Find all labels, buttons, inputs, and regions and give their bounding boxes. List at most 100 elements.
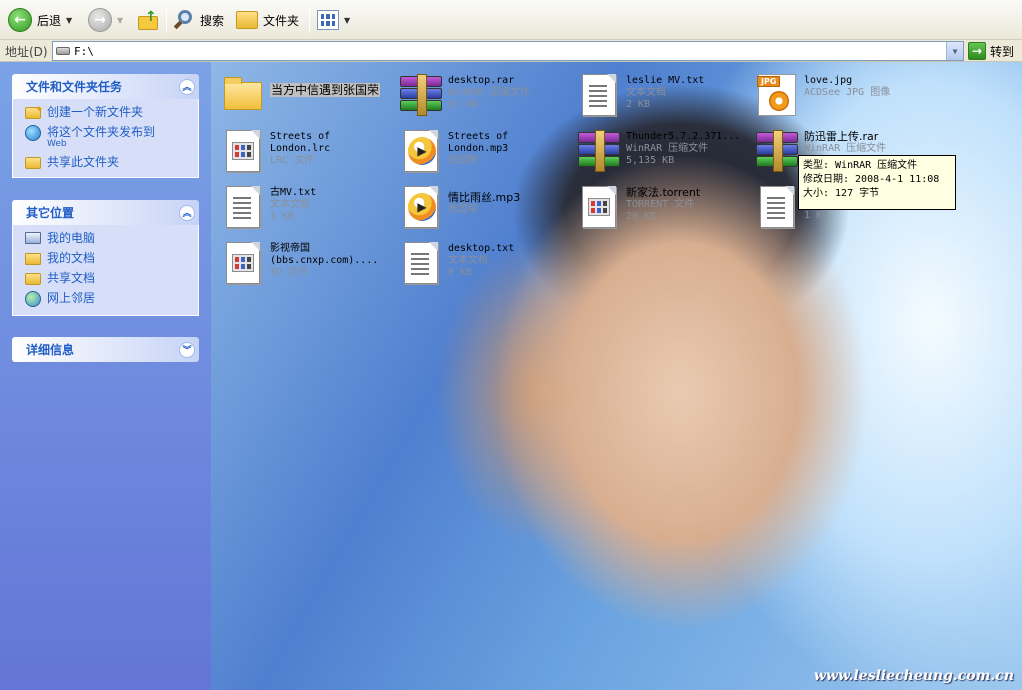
toolbar: ← 后退 ▼ → ▼ ↑ 搜索 文件夹 ▼	[0, 0, 1022, 40]
shared-documents-icon	[25, 273, 41, 285]
file-tasks-header[interactable]: 文件和文件夹任务 ︽	[12, 74, 199, 99]
media-file-icon: ▶	[404, 130, 438, 172]
collapse-chevron-icon[interactable]: ︽	[179, 78, 195, 95]
search-button[interactable]: 搜索	[173, 6, 224, 34]
file-item[interactable]: 古MV.txt 文本文档 1 KB	[214, 180, 392, 232]
task-pane: 文件和文件夹任务 ︽ 创建一个新文件夹 将这个文件夹发布到 Web 共享此文件夹	[0, 62, 211, 690]
address-path: F:\	[74, 44, 94, 58]
search-icon	[173, 9, 195, 31]
folders-button[interactable]: 文件夹	[236, 6, 299, 34]
file-name: leslie MV.txt	[626, 75, 705, 86]
folders-label: 文件夹	[263, 13, 300, 28]
generic-file-icon	[226, 242, 260, 284]
file-tasks-panel: 文件和文件夹任务 ︽ 创建一个新文件夹 将这个文件夹发布到 Web 共享此文件夹	[12, 74, 199, 178]
file-name: 防迅雷上传.rar	[804, 130, 879, 143]
other-places-header[interactable]: 其它位置 ︽	[12, 200, 199, 225]
file-type: LRC 文件	[270, 155, 315, 166]
file-name: Thunder5.7.2.371...	[626, 131, 741, 142]
tooltip-modified: 修改日期: 2008-4-1 11:08	[803, 174, 940, 185]
file-item[interactable]: ▶ 情比雨丝.mp3 张国荣	[392, 180, 570, 232]
details-title: 详细信息	[26, 343, 75, 357]
toolbar-separator	[166, 7, 167, 33]
file-size: 1 KB	[804, 210, 829, 221]
task-new-folder[interactable]: 创建一个新文件夹	[25, 103, 190, 119]
file-item[interactable]: 新家法.torrent TORRENT 文件 20 KB	[570, 180, 748, 232]
place-shared-documents[interactable]: 共享文档	[25, 271, 190, 285]
publish-web-icon	[25, 125, 41, 141]
file-list-area[interactable]: 当方中信遇到张国荣 desktop.rar WinRAR 压缩文件 93 KB …	[211, 62, 1022, 690]
forward-dropdown-icon[interactable]: ▼	[117, 16, 123, 25]
collapse-chevron-icon[interactable]: ︽	[179, 204, 195, 221]
file-item[interactable]: Thunder5.7.2.371... WinRAR 压缩文件 5,135 KB	[570, 124, 748, 176]
file-type: 文本文档	[626, 87, 666, 98]
place-my-computer[interactable]: 我的电脑	[25, 231, 190, 245]
place-label: 共享文档	[47, 271, 96, 285]
file-info-tooltip: 类型: WinRAR 压缩文件 修改日期: 2008-4-1 11:08 大小:…	[798, 155, 956, 210]
file-item[interactable]: leslie MV.txt 文本文档 2 KB	[570, 68, 748, 120]
text-file-icon	[226, 186, 260, 228]
toolbar-separator	[309, 7, 310, 33]
other-places-title: 其它位置	[26, 206, 75, 220]
address-label: 地址(D)	[5, 45, 48, 59]
back-arrow-icon: ←	[8, 8, 32, 32]
file-name: Streets of London.mp3	[448, 131, 509, 154]
place-my-documents[interactable]: 我的文档	[25, 251, 190, 265]
generic-file-icon	[582, 186, 616, 228]
generic-file-icon	[226, 130, 260, 172]
place-network[interactable]: 网上邻居	[25, 291, 190, 307]
expand-chevron-icon[interactable]: ︾	[179, 341, 195, 358]
my-computer-icon	[25, 232, 41, 244]
drive-icon	[56, 47, 70, 55]
address-bar: 地址(D) F:\ ▼ → 转到	[0, 40, 1022, 62]
forward-button[interactable]: → ▼	[88, 6, 123, 34]
file-name: 新家法.torrent	[626, 186, 701, 199]
file-type: TD 文件	[270, 267, 309, 278]
place-label: 网上邻居	[47, 291, 96, 305]
address-input[interactable]: F:\ ▼	[52, 41, 964, 61]
text-file-icon	[404, 242, 438, 284]
task-label: 将这个文件夹发布到	[47, 125, 156, 139]
rar-icon	[400, 74, 442, 116]
folder-icon	[224, 77, 262, 110]
network-places-icon	[25, 291, 41, 307]
file-item-folder[interactable]: 当方中信遇到张国荣	[214, 68, 392, 120]
task-share-folder[interactable]: 共享此文件夹	[25, 155, 190, 169]
file-item[interactable]: JPG love.jpg ACDSee JPG 图像	[748, 68, 926, 120]
address-dropdown-button[interactable]: ▼	[946, 42, 963, 60]
file-size: 0 KB	[448, 267, 473, 278]
go-label: 转到	[990, 44, 1015, 59]
tooltip-type: 类型: WinRAR 压缩文件	[803, 160, 918, 171]
go-button[interactable]: → 转到	[968, 42, 1014, 60]
place-label: 我的电脑	[47, 231, 96, 245]
views-button[interactable]: ▼	[317, 6, 350, 34]
file-item[interactable]: ▶ Streets of London.mp3 张国荣	[392, 124, 570, 176]
file-name: desktop.rar	[448, 75, 515, 86]
rar-icon	[578, 130, 620, 172]
details-header[interactable]: 详细信息 ︾	[12, 337, 199, 362]
file-type: 文本文档	[270, 199, 310, 210]
file-type: 张国荣	[448, 155, 478, 166]
my-documents-icon	[25, 253, 41, 265]
text-file-icon	[582, 74, 616, 116]
file-name: 古MV.txt	[270, 187, 317, 198]
file-type: ACDSee JPG 图像	[804, 87, 891, 98]
new-folder-icon	[25, 103, 43, 119]
task-publish-web[interactable]: 将这个文件夹发布到 Web	[25, 125, 190, 149]
up-folder-button[interactable]: ↑	[137, 6, 159, 34]
file-item[interactable]: Streets of London.lrc LRC 文件	[214, 124, 392, 176]
views-icon	[317, 10, 339, 30]
back-button[interactable]: ← 后退 ▼	[8, 6, 72, 34]
file-name: Streets of London.lrc	[270, 131, 331, 154]
back-dropdown-icon[interactable]: ▼	[66, 16, 72, 25]
file-item[interactable]: 影视帝国 (bbs.cnxp.com).... TD 文件	[214, 236, 392, 288]
go-arrow-icon: →	[968, 42, 986, 60]
folders-icon	[236, 11, 258, 29]
details-panel: 详细信息 ︾	[12, 337, 199, 362]
file-item[interactable]: desktop.txt 文本文档 0 KB	[392, 236, 570, 288]
file-type: 文本文档	[448, 255, 488, 266]
file-name: 当方中信遇到张国荣	[270, 83, 381, 97]
file-item[interactable]: desktop.rar WinRAR 压缩文件 93 KB	[392, 68, 570, 120]
file-type: 张国荣	[448, 204, 478, 215]
task-label: 共享此文件夹	[47, 155, 120, 169]
text-file-icon	[760, 186, 794, 228]
